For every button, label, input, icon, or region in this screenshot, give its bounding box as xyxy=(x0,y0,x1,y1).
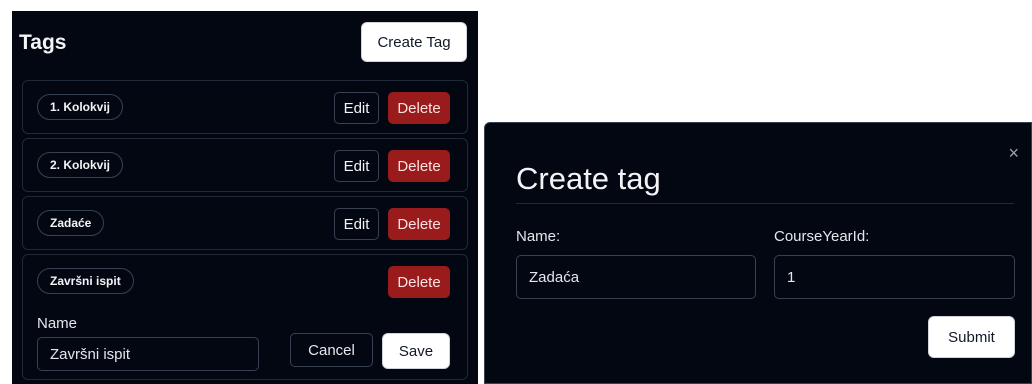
course-year-id-input[interactable] xyxy=(774,255,1015,299)
page-title: Tags xyxy=(19,31,67,54)
tag-row: 1. Kolokvij Edit Delete xyxy=(22,80,468,134)
submit-button[interactable]: Submit xyxy=(928,316,1015,358)
tag-row-editing: Završni ispit Delete Name Cancel Save xyxy=(22,254,468,380)
cancel-button[interactable]: Cancel xyxy=(290,333,373,367)
tag-row: 2. Kolokvij Edit Delete xyxy=(22,138,468,192)
tag-chip: Zadaće xyxy=(37,210,105,236)
save-button[interactable]: Save xyxy=(382,333,450,369)
delete-button[interactable]: Delete xyxy=(388,208,450,240)
close-icon[interactable]: × xyxy=(1008,143,1019,164)
edit-button[interactable]: Edit xyxy=(334,92,379,124)
delete-button[interactable]: Delete xyxy=(388,266,450,298)
divider xyxy=(516,203,1014,204)
delete-button[interactable]: Delete xyxy=(388,92,450,124)
name-label: Name xyxy=(37,315,78,332)
tag-chip: 1. Kolokvij xyxy=(37,94,124,120)
tag-row: Zadaće Edit Delete xyxy=(22,196,468,250)
create-tag-button[interactable]: Create Tag xyxy=(361,22,467,62)
course-year-id-label: CourseYearId: xyxy=(774,228,870,245)
delete-button[interactable]: Delete xyxy=(388,150,450,182)
modal-title: Create tag xyxy=(516,161,661,196)
tags-panel: Tags Create Tag 1. Kolokvij Edit Delete … xyxy=(12,11,478,384)
create-tag-modal: × Create tag Name: CourseYearId: Submit xyxy=(484,122,1032,384)
tag-chip: Završni ispit xyxy=(37,268,134,294)
name-input[interactable] xyxy=(516,255,756,299)
tag-chip: 2. Kolokvij xyxy=(37,152,124,178)
name-input[interactable] xyxy=(37,337,259,371)
edit-button[interactable]: Edit xyxy=(334,208,379,240)
edit-button[interactable]: Edit xyxy=(334,150,379,182)
name-label: Name: xyxy=(516,228,561,245)
